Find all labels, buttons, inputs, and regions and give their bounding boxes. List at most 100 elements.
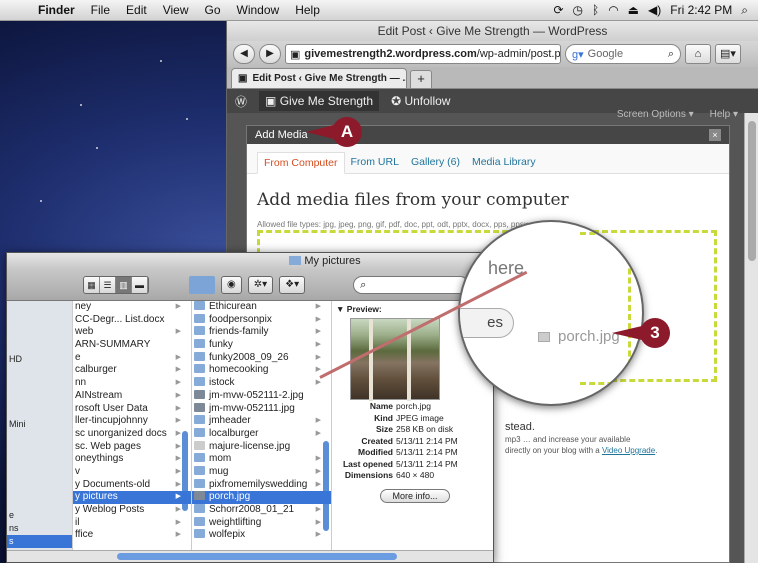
sidebar-item[interactable] xyxy=(7,314,72,327)
list-item[interactable]: nn ▶ xyxy=(73,377,191,390)
list-item[interactable]: jm-mvw-052111-2.jpg xyxy=(192,389,331,403)
list-item[interactable]: y Documents-old ▶ xyxy=(73,479,191,492)
new-tab-button[interactable]: + xyxy=(410,70,432,88)
list-item[interactable]: y pictures ▶ xyxy=(73,491,191,504)
list-item[interactable]: ller-tincupjohnny ▶ xyxy=(73,415,191,428)
list-item[interactable]: friends-family ▶ xyxy=(192,326,331,339)
tab-edit-post[interactable]: ▣ Edit Post ‹ Give Me Strength — ... xyxy=(231,68,407,88)
spotlight-icon[interactable]: ⌕ xyxy=(741,3,748,18)
sidebar-item[interactable]: ns xyxy=(7,522,72,535)
list-item[interactable]: jm-mvw-052111.jpg xyxy=(192,402,331,416)
list-item[interactable]: jmheader ▶ xyxy=(192,415,331,428)
list-item[interactable]: oneythings ▶ xyxy=(73,453,191,466)
list-item[interactable]: AINstream ▶ xyxy=(73,390,191,403)
quick-look-button[interactable]: ◉ xyxy=(221,275,242,294)
unfollow-link[interactable]: ✪ Unfollow xyxy=(391,94,450,108)
select-files-button[interactable]: es xyxy=(460,308,514,338)
list-item[interactable]: Ethicurean ▶ xyxy=(192,301,331,314)
list-item[interactable]: calburger ▶ xyxy=(73,364,191,377)
list-item[interactable]: funky ▶ xyxy=(192,339,331,352)
list-item[interactable]: v ▶ xyxy=(73,466,191,479)
tab-media-library[interactable]: Media Library xyxy=(466,152,542,174)
list-item[interactable]: e ▶ xyxy=(73,352,191,365)
horizontal-scrollbar[interactable] xyxy=(7,550,493,562)
sidebar-item[interactable]: Mini xyxy=(7,418,72,431)
tab-from-computer[interactable]: From Computer xyxy=(257,152,345,174)
sidebar-item[interactable] xyxy=(7,392,72,405)
magnifier-icon[interactable]: ⌕ xyxy=(668,48,674,61)
path-folder-icon[interactable] xyxy=(189,275,215,294)
tab-from-url[interactable]: From URL xyxy=(345,152,405,174)
sidebar-item[interactable] xyxy=(7,483,72,496)
list-item[interactable]: weightlifting ▶ xyxy=(192,516,331,530)
eject-icon[interactable]: ⏏ xyxy=(628,3,639,17)
list-item[interactable]: funky2008_09_26 ▶ xyxy=(192,351,331,365)
sidebar-item[interactable] xyxy=(7,457,72,470)
action-gear-button[interactable]: ✲▾ xyxy=(247,275,274,294)
screen-options-link[interactable]: Screen Options ▾ xyxy=(617,109,694,120)
list-item[interactable]: mom ▶ xyxy=(192,453,331,466)
sidebar-item[interactable] xyxy=(7,405,72,418)
menu-edit[interactable]: Edit xyxy=(118,3,155,17)
list-item[interactable]: rosoft User Data ▶ xyxy=(73,403,191,416)
coverflow-view-button[interactable]: ▬ xyxy=(132,276,148,293)
google-icon[interactable]: g▾ xyxy=(572,48,584,61)
site-identity-icon[interactable]: ▣ xyxy=(290,48,300,61)
list-item[interactable]: ffice ▶ xyxy=(73,529,191,542)
list-item[interactable]: pixfromemilyswedding ▶ xyxy=(192,478,331,492)
sidebar-item[interactable] xyxy=(7,366,72,379)
list-item[interactable]: il ▶ xyxy=(73,517,191,530)
dropbox-button[interactable]: ❖▾ xyxy=(279,275,306,294)
menu-window[interactable]: Window xyxy=(229,3,288,17)
menu-clock[interactable]: Fri 2:42 PM xyxy=(670,3,732,17)
icon-view-button[interactable]: ▦ xyxy=(84,276,100,293)
menu-button[interactable]: ▤▾ xyxy=(715,44,741,64)
sidebar-item[interactable] xyxy=(7,444,72,457)
list-item[interactable]: mug ▶ xyxy=(192,465,331,479)
list-item[interactable]: istock ▶ xyxy=(192,377,331,390)
list-item[interactable]: wolfepix ▶ xyxy=(192,529,331,542)
finder-search-input[interactable]: ⌕ xyxy=(353,275,470,294)
sync-icon[interactable]: ⟳ xyxy=(553,3,563,17)
list-item[interactable]: majure-license.jpg xyxy=(192,440,331,454)
list-view-button[interactable]: ☰ xyxy=(100,276,116,293)
wordpress-icon[interactable]: Ⓦ xyxy=(235,93,247,110)
home-button[interactable]: ⌂ xyxy=(685,44,711,64)
menu-help[interactable]: Help xyxy=(287,3,328,17)
help-link[interactable]: Help ▾ xyxy=(710,109,738,120)
list-item[interactable]: sc. Web pages ▶ xyxy=(73,441,191,454)
menu-go[interactable]: Go xyxy=(197,3,229,17)
sidebar-item[interactable] xyxy=(7,431,72,444)
video-upgrade-link[interactable]: Video Upgrade xyxy=(602,446,655,455)
search-bar[interactable]: g▾ Google ⌕ xyxy=(565,44,681,64)
back-button[interactable]: ◀ xyxy=(233,44,255,64)
bluetooth-icon[interactable]: ᛒ xyxy=(592,3,599,17)
more-info-button[interactable]: More info... xyxy=(380,488,450,503)
sidebar-item[interactable] xyxy=(7,379,72,392)
sidebar-item[interactable] xyxy=(7,301,72,314)
list-item[interactable]: foodpersonpix ▶ xyxy=(192,313,331,327)
tab-gallery[interactable]: Gallery (6) xyxy=(405,152,466,174)
vertical-scrollbar[interactable] xyxy=(744,113,758,563)
sidebar-item[interactable] xyxy=(7,496,72,509)
list-item[interactable]: homecooking ▶ xyxy=(192,364,331,377)
list-item[interactable]: sc unorganized docs ▶ xyxy=(73,428,191,441)
list-item[interactable]: porch.jpg xyxy=(192,491,331,504)
list-item[interactable]: web ▶ xyxy=(73,326,191,339)
sidebar-item[interactable] xyxy=(7,340,72,353)
time-machine-icon[interactable]: ◷ xyxy=(573,3,583,17)
wifi-icon[interactable]: ◠ xyxy=(608,3,618,17)
sidebar-item[interactable]: s xyxy=(7,535,72,548)
scroll-thumb[interactable] xyxy=(748,121,756,261)
menu-file[interactable]: File xyxy=(83,3,118,17)
list-item[interactable]: ney ▶ xyxy=(73,301,191,314)
menu-view[interactable]: View xyxy=(155,3,197,17)
list-item[interactable]: Schorr2008_01_21 ▶ xyxy=(192,504,331,517)
close-button[interactable]: × xyxy=(709,129,721,141)
forward-button[interactable]: ▶ xyxy=(259,44,281,64)
list-item[interactable]: y Weblog Posts ▶ xyxy=(73,504,191,517)
list-item[interactable]: ARN-SUMMARY xyxy=(73,339,191,352)
column-view-button[interactable]: ▥ xyxy=(116,276,132,293)
list-item[interactable]: CC-Degr... List.docx xyxy=(73,314,191,327)
sidebar-item[interactable] xyxy=(7,327,72,340)
